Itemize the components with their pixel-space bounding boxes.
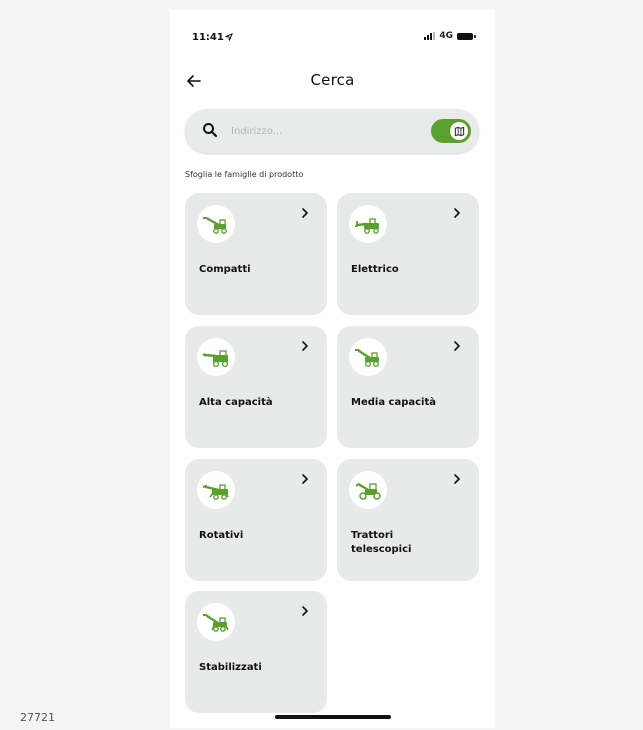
category-label: Trattori telescopici [351,530,412,555]
category-card-media-capacita[interactable]: Media capacità [337,326,479,448]
page-header: Cerca [170,68,495,98]
status-bar: 11:41 4G [170,10,495,60]
category-card-trattori-telescopici[interactable]: Trattori telescopici [337,459,479,581]
status-time: 11:41 [192,32,224,43]
category-label: Media capacità [351,397,437,408]
network-type: 4G [439,31,453,41]
phone-screen: 11:41 4G Cerca Indirizzo... Sfoglia le f… [170,10,495,728]
address-search-input[interactable] [231,121,411,141]
home-indicator[interactable] [275,715,391,719]
category-card-stabilizzati[interactable]: Stabilizzati [185,591,327,713]
footer-code: 27721 [20,711,55,724]
category-card-alta-capacita[interactable]: Alta capacità [185,326,327,448]
status-indicators: 4G [424,31,476,41]
category-card-rotativi[interactable]: Rotativi [185,459,327,581]
category-label: Stabilizzati [199,662,262,673]
page-title: Cerca [310,71,355,89]
search-bar [185,109,479,153]
location-arrow-icon [225,33,233,41]
chevron-right-icon [454,474,460,484]
search-icon [203,123,218,138]
stabilized-telehandler-icon [197,603,235,641]
chevron-right-icon [454,208,460,218]
map-icon [454,126,464,136]
rotating-telehandler-icon [197,471,235,509]
telescopic-tractor-icon [349,471,387,509]
category-label: Compatti [199,264,251,275]
screenshot-canvas: 11:41 4G Cerca Indirizzo... Sfoglia le f… [0,0,643,730]
medium-capacity-telehandler-icon [349,338,387,376]
toggle-knob [450,122,468,140]
chevron-right-icon [302,208,308,218]
category-card-elettrico[interactable]: Elettrico [337,193,479,315]
category-label: Alta capacità [199,397,273,408]
signal-icon [424,32,436,40]
high-capacity-telehandler-icon [197,338,235,376]
category-label: Elettrico [351,264,399,275]
electric-telehandler-icon [349,205,387,243]
chevron-right-icon [454,341,460,351]
compact-telehandler-icon [197,205,235,243]
category-card-compatti[interactable]: Compatti [185,193,327,315]
chevron-right-icon [302,474,308,484]
chevron-right-icon [302,341,308,351]
map-view-toggle[interactable] [431,119,471,143]
section-label: Sfoglia le famiglie di prodotto [185,170,304,179]
category-label: Rotativi [199,530,244,541]
chevron-right-icon [302,606,308,616]
battery-icon [457,32,476,40]
